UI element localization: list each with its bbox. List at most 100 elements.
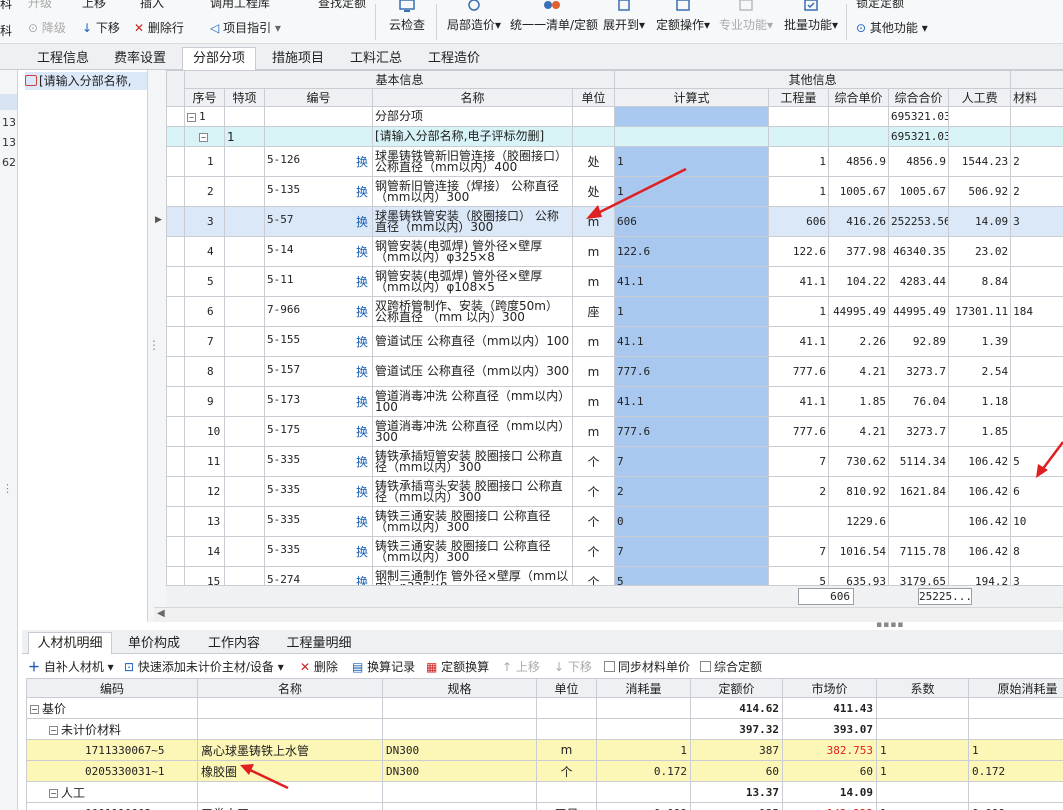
total-price-cell[interactable]: 3273.7 (888, 356, 950, 387)
collapse-arrow-icon[interactable]: ▶ (155, 215, 162, 225)
convert-icon[interactable]: 换 (356, 153, 368, 170)
formula-cell[interactable]: 2 (614, 476, 770, 507)
formula-cell[interactable]: 777.6 (614, 356, 770, 387)
name-cell[interactable]: 管道消毒冲洗 公称直径（mm以内）100 (372, 386, 573, 417)
quantity-cell[interactable]: 41.1 (768, 326, 830, 357)
unit-price-cell[interactable]: 1005.67 (828, 176, 890, 207)
composite-quota-checkbox[interactable]: 综合定额 (700, 658, 762, 675)
unit-cell[interactable]: 个 (571, 536, 616, 567)
splitter-grip-icon[interactable]: ⋮ (148, 338, 160, 352)
quantity-cell[interactable]: 777.6 (768, 356, 830, 387)
col-header-market-price[interactable]: 市场价 (782, 678, 877, 698)
coefficient-cell[interactable]: 1 (876, 739, 969, 761)
row-handle[interactable] (166, 386, 185, 417)
name-cell[interactable]: 管道消毒冲洗 公称直径（mm以内）300 (372, 416, 573, 447)
seq-cell[interactable]: 4 (184, 236, 225, 267)
seq-cell[interactable]: 11 (184, 446, 225, 477)
tab-rate-settings[interactable]: 费率设置 (104, 47, 176, 70)
insert-button[interactable]: 插入 (140, 0, 164, 11)
code-cell[interactable]: 换 5-155 (264, 326, 373, 357)
material-cell[interactable] (1010, 416, 1063, 447)
code-cell[interactable] (264, 126, 373, 147)
code-cell[interactable]: 0001110002 (26, 802, 198, 810)
collapse-icon[interactable]: − (30, 704, 39, 714)
unit-cell[interactable]: 处 (571, 176, 616, 207)
labor-cell[interactable]: 8.84 (948, 266, 1012, 297)
unit-price-cell[interactable]: 810.92 (828, 476, 890, 507)
col-header-total-price[interactable]: 综合合价 (888, 88, 950, 107)
material-cell[interactable]: 3 (1010, 206, 1063, 237)
col-header-labor[interactable]: 人工费 (948, 88, 1012, 107)
labor-cell[interactable] (948, 106, 1012, 127)
unit-cell[interactable] (536, 781, 597, 803)
special-cell[interactable] (224, 146, 265, 177)
material-cell[interactable] (1010, 386, 1063, 417)
material-cell[interactable] (1010, 326, 1063, 357)
coefficient-cell[interactable] (876, 697, 969, 719)
name-cell[interactable]: 双跨桥管制作、安装（跨度50m） 公称直径 （mm 以内）300 (372, 296, 573, 327)
tab-unit-price[interactable]: 单价构成 (116, 632, 192, 654)
tab-project-cost[interactable]: 工程造价 (418, 47, 490, 70)
formula-cell[interactable]: 41.1 (614, 386, 770, 417)
name-cell[interactable]: 铸铁三通安装 胶圈接口 公称直径（mm以内）300 (372, 536, 573, 567)
convert-icon[interactable]: 换 (356, 213, 368, 230)
labor-cell[interactable]: 17301.11 (948, 296, 1012, 327)
col-header-spec[interactable]: 规格 (382, 678, 537, 698)
row-handle[interactable] (166, 236, 185, 267)
tree-root-item[interactable]: [请输入分部名称, (25, 72, 147, 90)
code-cell[interactable] (264, 106, 373, 127)
spec-cell[interactable] (382, 718, 537, 740)
add-resource-button[interactable]: ＋ 自补人材机 ▾ (28, 658, 114, 675)
market-price-cell[interactable]: 14.09 (782, 781, 877, 803)
convert-icon[interactable]: 换 (356, 543, 368, 560)
row-handle[interactable] (166, 506, 185, 537)
quantity-cell[interactable]: 7 (768, 446, 830, 477)
total-price-cell[interactable]: 4856.9 (888, 146, 950, 177)
quantity-cell[interactable] (768, 506, 830, 537)
other-function-button[interactable]: ⊙ 其他功能 ▾ (856, 19, 928, 36)
special-cell[interactable] (224, 476, 265, 507)
quantity-cell[interactable]: 1 (768, 176, 830, 207)
labor-cell[interactable]: 14.09 (948, 206, 1012, 237)
total-price-cell[interactable] (888, 506, 950, 537)
quantity-cell[interactable]: 606 (768, 206, 830, 237)
unify-button[interactable]: 统一一清单/定额 (510, 0, 598, 43)
seq-cell[interactable]: 9 (184, 386, 225, 417)
market-price-cell[interactable]: 393.07 (782, 718, 877, 740)
consumption-cell[interactable]: 1 (596, 739, 691, 761)
material-cell[interactable] (1010, 356, 1063, 387)
unit-cell[interactable]: 个 (571, 446, 616, 477)
quantity-cell[interactable] (768, 126, 830, 147)
unit-cell[interactable]: 处 (571, 146, 616, 177)
table-row[interactable]: 14 换 5-335 铸铁三通安装 胶圈接口 公称直径（mm以内）300 个 7 7 1016… (166, 536, 1063, 567)
material-cell[interactable]: 10 (1010, 506, 1063, 537)
convert-icon[interactable]: 换 (356, 423, 368, 440)
formula-cell[interactable]: 41.1 (614, 326, 770, 357)
seq-cell[interactable]: 12 (184, 476, 225, 507)
unit-price-cell[interactable]: 1.85 (828, 386, 890, 417)
convert-record-button[interactable]: ▤ 换算记录 (352, 658, 415, 675)
convert-icon[interactable]: 换 (356, 183, 368, 200)
labor-cell[interactable]: 106.42 (948, 446, 1012, 477)
unit-cell[interactable]: m (571, 266, 616, 297)
unit-cell[interactable]: m (571, 236, 616, 267)
consumption-cell[interactable]: 0.099 (596, 802, 691, 810)
consumption-cell[interactable]: 0.172 (596, 760, 691, 782)
total-price-cell[interactable]: 7115.78 (888, 536, 950, 567)
material-cell[interactable]: 2 (1010, 146, 1063, 177)
name-cell[interactable]: 球墨铸铁管新旧管连接（胶圈接口） 公称直径（mm以内）400 (372, 146, 573, 177)
special-cell[interactable] (224, 446, 265, 477)
table-row[interactable]: 9 换 5-173 管道消毒冲洗 公称直径（mm以内）100 m 41.1 41.1 1.85… (166, 386, 1063, 417)
col-header-unit[interactable]: 单位 (536, 678, 597, 698)
resource-row[interactable]: 1711330067~5 离心球墨铸铁上水管 DN300 m 1 387 382.753 1 1 (26, 739, 1063, 761)
row-handle[interactable] (166, 536, 185, 567)
original-consumption-cell[interactable]: 0.099 (968, 802, 1063, 810)
quota-price-cell[interactable]: 60 (690, 760, 783, 782)
name-cell[interactable]: 分部分项 (372, 106, 573, 127)
name-cell[interactable]: 三类人工 (197, 802, 383, 810)
total-price-cell[interactable]: 76.04 (888, 386, 950, 417)
unit-cell[interactable]: 个 (571, 506, 616, 537)
coefficient-cell[interactable]: 1 (876, 802, 969, 810)
market-price-cell[interactable]: 142.323 (782, 802, 877, 810)
spec-cell[interactable] (382, 781, 537, 803)
